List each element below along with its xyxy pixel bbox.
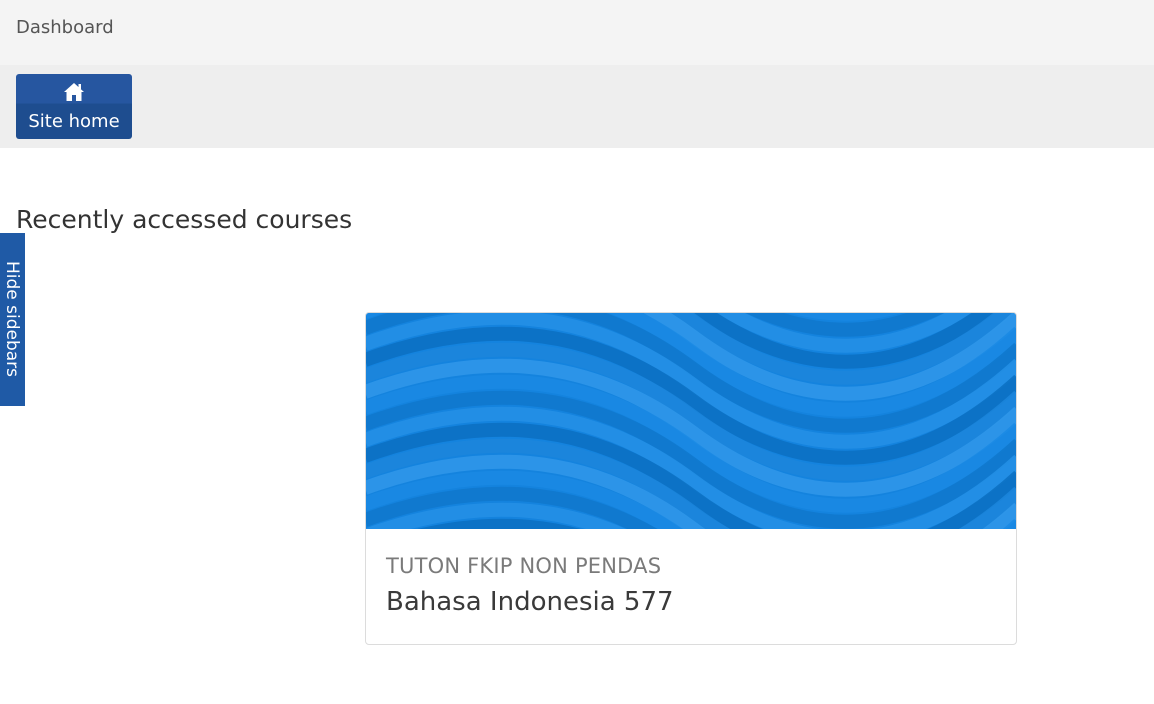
hide-sidebars-label: Hide sidebars bbox=[2, 260, 22, 378]
breadcrumb-item-dashboard[interactable]: Dashboard bbox=[16, 17, 114, 38]
hide-sidebars-toggle[interactable]: Hide sidebars bbox=[0, 233, 25, 406]
course-category: TUTON FKIP NON PENDAS bbox=[386, 554, 662, 578]
site-home-button[interactable]: Site home bbox=[16, 74, 132, 139]
course-image[interactable] bbox=[365, 312, 1017, 529]
home-icon bbox=[64, 83, 84, 101]
site-home-label: Site home bbox=[28, 111, 120, 132]
course-name-link[interactable]: Bahasa Indonesia 577 bbox=[386, 587, 674, 617]
breadcrumb: Dashboard bbox=[0, 0, 1154, 65]
navigation-toolbar: Site home bbox=[0, 65, 1154, 148]
section-title: Recently accessed courses bbox=[16, 205, 353, 234]
course-card[interactable]: TUTON FKIP NON PENDAS Bahasa Indonesia 5… bbox=[365, 312, 1017, 645]
